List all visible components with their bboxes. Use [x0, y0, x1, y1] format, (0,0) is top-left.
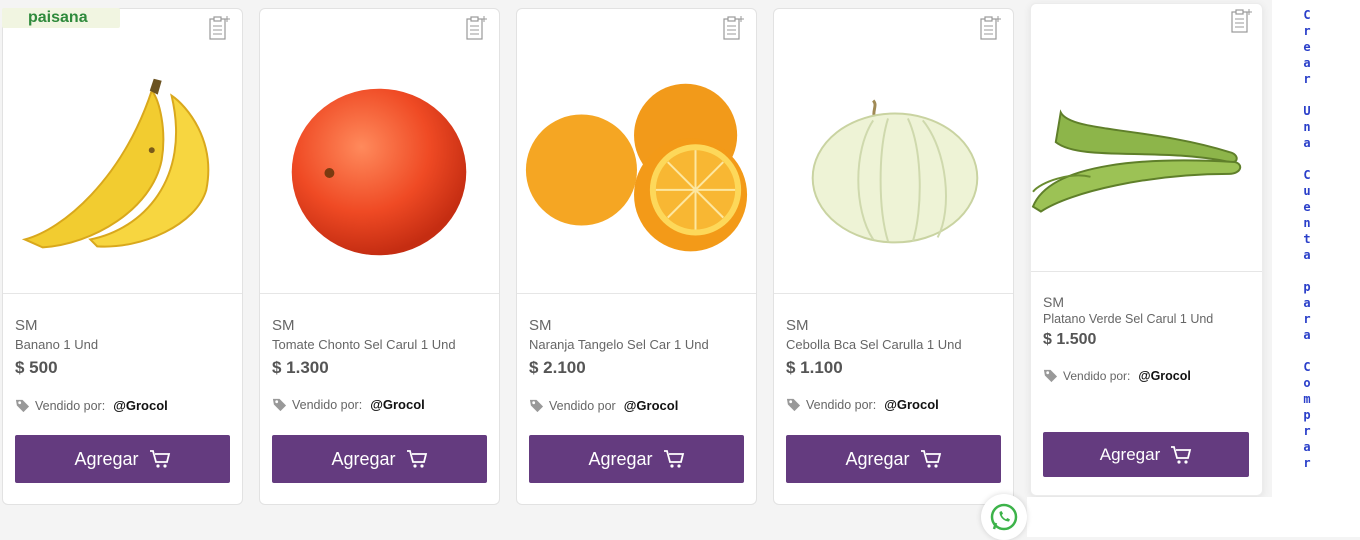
product-image-onion[interactable] — [774, 50, 1013, 294]
seller-name[interactable]: @Grocol — [370, 397, 425, 412]
product-price: $ 1.300 — [272, 358, 329, 377]
sold-by: Vendido por: @Grocol — [1043, 368, 1191, 383]
product-name[interactable]: Naranja Tangelo Sel Car 1 Und — [529, 337, 709, 352]
product-name[interactable]: Cebolla Bca Sel Carulla 1 Und — [786, 337, 962, 352]
product-price: $ 1.100 — [786, 358, 843, 377]
add-button-label: Agregar — [1099, 444, 1161, 464]
seller-name[interactable]: @Grocol — [884, 397, 939, 412]
card-header — [774, 9, 1013, 51]
seller-name[interactable]: @Grocol — [113, 398, 168, 413]
whatsapp-button[interactable] — [981, 494, 1027, 540]
product-card: SM Cebolla Bca Sel Carulla 1 Und $ 1.100… — [773, 8, 1014, 505]
product-image-plantain[interactable] — [1031, 42, 1262, 272]
product-name[interactable]: Banano 1 Und — [15, 337, 98, 352]
seller-name[interactable]: @Grocol — [624, 398, 679, 413]
sold-by-label: Vendido por: — [292, 397, 363, 412]
side-panel — [1272, 0, 1360, 537]
tag-icon — [15, 399, 30, 413]
sold-by-label: Vendido por: — [1063, 368, 1131, 383]
cart-icon — [1171, 445, 1192, 464]
add-to-list-icon[interactable] — [465, 15, 487, 41]
add-button-label: Agregar — [74, 448, 139, 469]
add-to-cart-button[interactable]: Agregar — [1043, 432, 1249, 477]
tag-icon — [786, 398, 801, 412]
add-button-label: Agregar — [331, 448, 396, 469]
tag-icon — [272, 398, 287, 412]
product-card: SM Tomate Chonto Sel Carul 1 Und $ 1.300… — [259, 8, 500, 505]
product-price: $ 500 — [15, 358, 58, 377]
create-account-link[interactable]: Crear Una Cuenta para Comprar — [1300, 7, 1314, 471]
product-brand: SM — [529, 317, 552, 334]
seller-name[interactable]: @Grocol — [1138, 369, 1190, 383]
footer-strip — [1027, 497, 1272, 537]
product-card: SM Naranja Tangelo Sel Car 1 Und $ 2.100… — [516, 8, 757, 505]
card-header — [517, 9, 756, 51]
sold-by: Vendido por @Grocol — [529, 398, 678, 413]
paisana-logo[interactable]: paisana — [2, 8, 120, 28]
product-price: $ 1.500 — [1043, 331, 1097, 348]
add-to-list-icon[interactable] — [979, 15, 1001, 41]
product-name[interactable]: Platano Verde Sel Carul 1 Und — [1043, 312, 1213, 326]
whatsapp-icon — [990, 503, 1018, 531]
product-price: $ 2.100 — [529, 358, 586, 377]
product-image-orange[interactable] — [517, 50, 756, 294]
product-brand: SM — [786, 317, 809, 334]
cart-icon — [663, 450, 684, 468]
product-card: SM Platano Verde Sel Carul 1 Und $ 1.500… — [1030, 3, 1263, 496]
sold-by-label: Vendido por: — [806, 397, 877, 412]
add-to-list-icon[interactable] — [722, 15, 744, 41]
add-button-label: Agregar — [588, 448, 653, 469]
sold-by-label: Vendido por — [549, 398, 616, 413]
cart-icon — [920, 450, 941, 468]
card-header — [1031, 4, 1262, 43]
product-brand: SM — [272, 317, 295, 334]
add-to-cart-button[interactable]: Agregar — [529, 435, 744, 483]
product-brand: SM — [15, 317, 38, 334]
product-brand: SM — [1043, 294, 1064, 310]
cart-icon — [406, 450, 427, 468]
product-name[interactable]: Tomate Chonto Sel Carul 1 Und — [272, 337, 456, 352]
sold-by: Vendido por: @Grocol — [15, 398, 168, 413]
sold-by-label: Vendido por: — [35, 398, 106, 413]
tag-icon — [529, 399, 544, 413]
add-button-label: Agregar — [845, 448, 910, 469]
card-header — [260, 9, 499, 51]
cart-icon — [149, 450, 170, 468]
product-image-tomato[interactable] — [260, 50, 499, 294]
add-to-cart-button[interactable]: Agregar — [272, 435, 487, 483]
sold-by: Vendido por: @Grocol — [786, 397, 939, 412]
tag-icon — [1043, 369, 1058, 383]
add-to-list-icon[interactable] — [1230, 8, 1252, 34]
sold-by: Vendido por: @Grocol — [272, 397, 425, 412]
product-image-banana[interactable] — [3, 50, 242, 294]
product-card: SM Banano 1 Und $ 500 Vendido por: @Groc… — [2, 8, 243, 505]
add-to-cart-button[interactable]: Agregar — [786, 435, 1001, 483]
add-to-cart-button[interactable]: Agregar — [15, 435, 230, 483]
add-to-list-icon[interactable] — [208, 15, 230, 41]
